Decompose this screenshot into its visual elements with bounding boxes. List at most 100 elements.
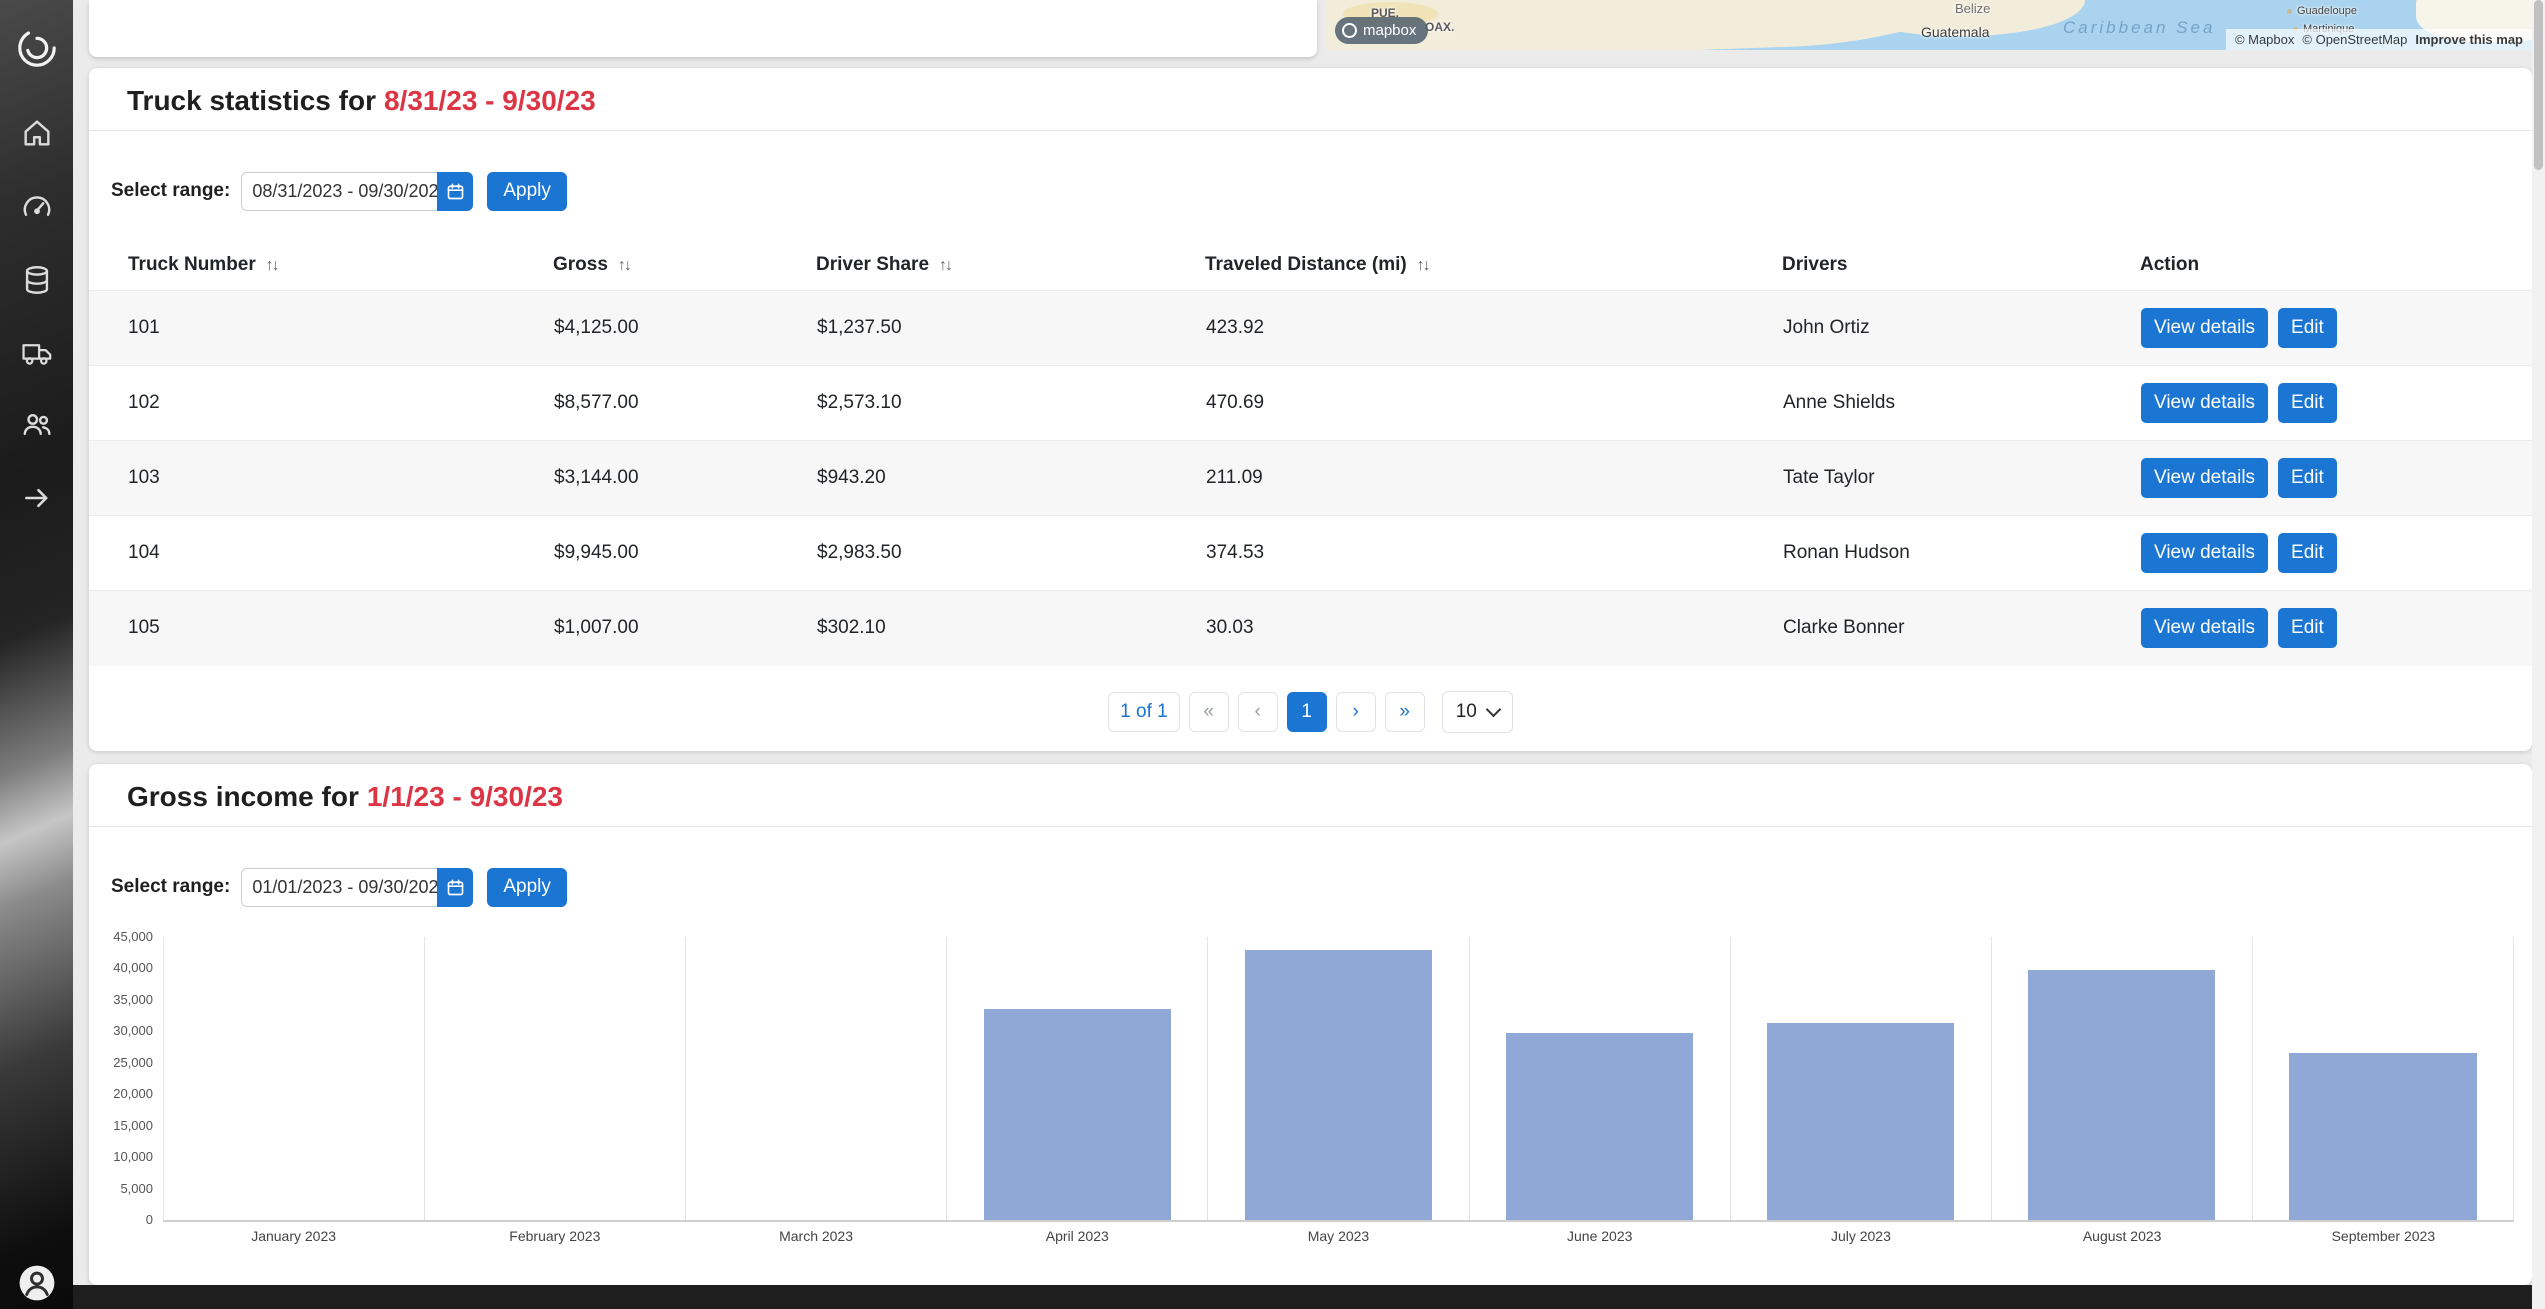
- table-row: 104$9,945.00$2,983.50374.53Ronan HudsonV…: [89, 516, 2532, 591]
- sidebar-item-dashboard[interactable]: [0, 190, 73, 224]
- col-traveled-distance[interactable]: Traveled Distance (mi)↑↓: [1205, 239, 1782, 291]
- chart-slot: [2252, 937, 2514, 1220]
- gross-income-chart[interactable]: 05,00010,00015,00020,00025,00030,00035,0…: [89, 937, 2514, 1244]
- select-range-label: Select range:: [111, 876, 230, 898]
- col-action: Action: [2140, 239, 2532, 291]
- table-cell-gross: $4,125.00: [553, 291, 816, 366]
- chart-bar: [984, 1009, 1171, 1220]
- y-tick-label: 35,000: [113, 992, 153, 1007]
- sidebar-item-expand[interactable]: [0, 481, 73, 515]
- osm-attribution-link[interactable]: © OpenStreetMap: [2302, 32, 2407, 47]
- sort-icon[interactable]: ↑↓: [1417, 257, 1429, 274]
- chart-x-axis: January 2023February 2023March 2023April…: [163, 1228, 2514, 1244]
- pagination-last-button[interactable]: »: [1385, 692, 1425, 732]
- y-tick-label: 45,000: [113, 929, 153, 944]
- map-label-oax: OAX.: [1425, 20, 1454, 34]
- truck-calendar-button[interactable]: [437, 172, 473, 211]
- table-cell-action: View detailsEdit: [2140, 591, 2532, 666]
- vertical-scrollbar[interactable]: [2532, 0, 2545, 1309]
- sidebar-item-logo[interactable]: [0, 24, 73, 72]
- table-cell-driver: Anne Shields: [1782, 366, 2140, 441]
- table-cell-driver_share: $2,983.50: [816, 516, 1205, 591]
- table-cell-truck: 102: [89, 366, 553, 441]
- page-size-select[interactable]: 10: [1442, 691, 1513, 733]
- chart-slot: [163, 937, 424, 1220]
- gross-income-title: Gross income for1/1/23 - 9/30/23: [127, 780, 2532, 813]
- pagination-next-button[interactable]: ›: [1336, 692, 1376, 732]
- sort-icon[interactable]: ↑↓: [266, 257, 278, 274]
- col-driver-share[interactable]: Driver Share↑↓: [816, 239, 1205, 291]
- edit-button[interactable]: Edit: [2278, 308, 2337, 348]
- table-cell-action: View detailsEdit: [2140, 366, 2532, 441]
- chart-slot: [1469, 937, 1730, 1220]
- truck-range-controls: Select range: Apply: [111, 171, 2532, 211]
- map-label-belize: Belize: [1955, 1, 1990, 16]
- truck-date-range-input[interactable]: [241, 172, 437, 211]
- table-cell-driver: John Ortiz: [1782, 291, 2140, 366]
- view-details-button[interactable]: View details: [2141, 533, 2268, 573]
- calendar-icon: [445, 877, 466, 898]
- scrollbar-thumb[interactable]: [2534, 0, 2543, 170]
- truck-stats-date-range: 8/31/23 - 9/30/23: [384, 85, 596, 116]
- pagination-page-1-button[interactable]: 1: [1287, 692, 1327, 732]
- sort-icon[interactable]: ↑↓: [939, 257, 951, 274]
- edit-button[interactable]: Edit: [2278, 533, 2337, 573]
- edit-button[interactable]: Edit: [2278, 383, 2337, 423]
- pagination-prev-button[interactable]: ‹: [1238, 692, 1278, 732]
- col-truck-number[interactable]: Truck Number↑↓: [89, 239, 553, 291]
- sort-icon[interactable]: ↑↓: [618, 257, 630, 274]
- edit-button[interactable]: Edit: [2278, 608, 2337, 648]
- sidebar-item-account[interactable]: [0, 1261, 73, 1305]
- sidebar-item-drivers[interactable]: [0, 407, 73, 441]
- y-tick-label: 15,000: [113, 1118, 153, 1133]
- truck-table-body: 101$4,125.00$1,237.50423.92John OrtizVie…: [89, 291, 2532, 666]
- income-apply-button[interactable]: Apply: [487, 868, 567, 907]
- table-cell-driver: Clarke Bonner: [1782, 591, 2140, 666]
- mapbox-logo[interactable]: mapbox: [1335, 17, 1428, 44]
- map[interactable]: PUE. OAX. Belize Guatemala Caribbean Sea…: [1325, 0, 2532, 50]
- table-cell-gross: $8,577.00: [553, 366, 816, 441]
- gross-income-title-text: Gross income for: [127, 781, 359, 812]
- y-tick-label: 0: [146, 1212, 153, 1227]
- divider: [89, 826, 2532, 827]
- income-range-controls: Select range: Apply: [111, 867, 2532, 907]
- table-cell-distance: 470.69: [1205, 366, 1782, 441]
- col-gross[interactable]: Gross↑↓: [553, 239, 816, 291]
- table-row: 102$8,577.00$2,573.10470.69Anne ShieldsV…: [89, 366, 2532, 441]
- income-calendar-button[interactable]: [437, 868, 473, 907]
- sidebar-item-trucks[interactable]: [0, 336, 73, 370]
- x-tick-label: September 2023: [2253, 1228, 2514, 1244]
- page-size-value: 10: [1456, 701, 1477, 723]
- table-cell-truck: 101: [89, 291, 553, 366]
- sidebar-item-home[interactable]: [0, 116, 73, 150]
- chart-slot: [1730, 937, 1991, 1220]
- y-tick-label: 10,000: [113, 1149, 153, 1164]
- pagination: 1 of 1 « ‹ 1 › » 10: [89, 691, 2532, 733]
- account-icon: [15, 1261, 59, 1305]
- improve-map-link[interactable]: Improve this map: [2415, 32, 2523, 47]
- y-tick-label: 20,000: [113, 1086, 153, 1101]
- table-cell-distance: 30.03: [1205, 591, 1782, 666]
- income-date-range-input[interactable]: [241, 868, 437, 907]
- calendar-icon: [445, 181, 466, 202]
- view-details-button[interactable]: View details: [2141, 608, 2268, 648]
- table-cell-truck: 104: [89, 516, 553, 591]
- chart-slot: [1207, 937, 1468, 1220]
- pagination-first-button[interactable]: «: [1189, 692, 1229, 732]
- view-details-button[interactable]: View details: [2141, 458, 2268, 498]
- mapbox-attribution-link[interactable]: © Mapbox: [2235, 32, 2294, 47]
- mapbox-wordmark: mapbox: [1363, 22, 1416, 39]
- chart-slot: [1991, 937, 2252, 1220]
- x-tick-label: May 2023: [1208, 1228, 1469, 1244]
- table-cell-truck: 105: [89, 591, 553, 666]
- table-cell-truck: 103: [89, 441, 553, 516]
- chart-bar: [1245, 950, 1432, 1220]
- chart-plot: [163, 937, 2514, 1222]
- chart-bar: [1767, 1023, 1954, 1220]
- truck-apply-button[interactable]: Apply: [487, 172, 567, 211]
- view-details-button[interactable]: View details: [2141, 383, 2268, 423]
- view-details-button[interactable]: View details: [2141, 308, 2268, 348]
- mapbox-logo-icon: [1342, 23, 1357, 38]
- edit-button[interactable]: Edit: [2278, 458, 2337, 498]
- sidebar-item-database[interactable]: [0, 263, 73, 297]
